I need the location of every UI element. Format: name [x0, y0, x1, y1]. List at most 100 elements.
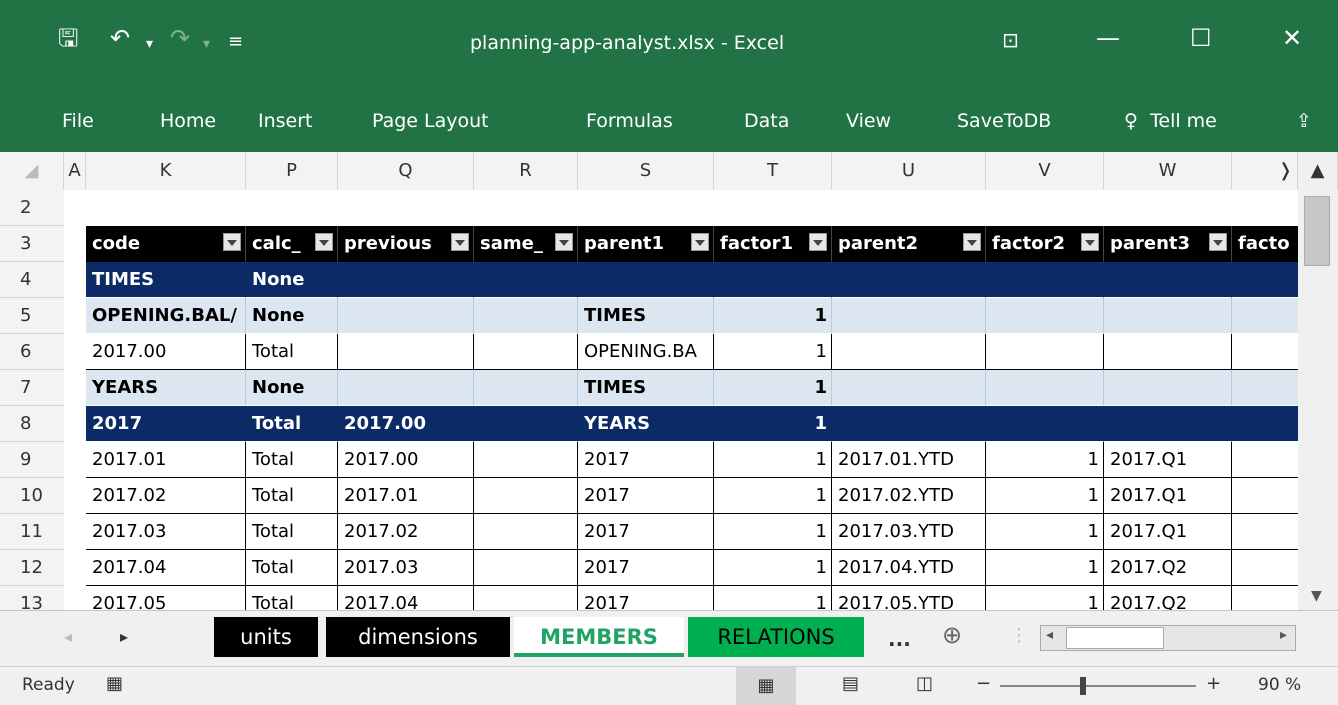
table-cell[interactable] [1232, 370, 1298, 406]
table-cell[interactable]: TIMES [578, 370, 714, 406]
table-cell[interactable]: YEARS [86, 370, 246, 406]
table-cell[interactable]: 2017.05.YTD [832, 586, 986, 610]
column-header[interactable]: Q [338, 152, 474, 190]
customize-qat-icon[interactable]: ≡ [228, 30, 243, 54]
table-cell[interactable]: Total [246, 334, 338, 370]
minimize-icon[interactable]: — [1096, 24, 1120, 52]
table-cell[interactable]: Total [246, 478, 338, 514]
table-cell[interactable]: 1 [714, 478, 832, 514]
column-header[interactable]: V [986, 152, 1104, 190]
filter-dropdown-icon[interactable] [1209, 233, 1227, 251]
table-cell[interactable] [832, 370, 986, 406]
filter-dropdown-icon[interactable] [809, 233, 827, 251]
column-header-partial[interactable]: ❭ [1232, 152, 1298, 190]
sheet-tab-units[interactable]: units [214, 617, 318, 657]
table-cell[interactable]: YEARS [578, 406, 714, 442]
table-cell[interactable]: 1 [986, 550, 1104, 586]
table-cell[interactable]: Total [246, 586, 338, 610]
table-cell[interactable]: 1 [714, 586, 832, 610]
zoom-slider-thumb[interactable] [1080, 677, 1086, 695]
redo-icon[interactable]: ↷ [170, 26, 190, 50]
table-cell[interactable]: TIMES [86, 262, 246, 298]
table-cell[interactable] [1104, 406, 1232, 442]
tab-savetodb[interactable]: SaveToDB [957, 110, 1051, 132]
horizontal-scroll-thumb[interactable] [1066, 627, 1164, 649]
table-cell[interactable]: 1 [714, 442, 832, 478]
row-number[interactable]: 9 [0, 442, 64, 478]
table-cell[interactable] [474, 586, 578, 610]
row-number[interactable]: 6 [0, 334, 64, 370]
table-cell[interactable]: 2017.01.YTD [832, 442, 986, 478]
table-cell[interactable]: 2017.01 [86, 442, 246, 478]
table-cell[interactable]: 1 [986, 586, 1104, 610]
filter-dropdown-icon[interactable] [451, 233, 469, 251]
table-header-cell[interactable]: factor2 [986, 226, 1104, 262]
table-cell[interactable] [474, 550, 578, 586]
ribbon-display-icon[interactable]: ⊡ [1002, 28, 1019, 52]
filter-dropdown-icon[interactable] [1081, 233, 1099, 251]
table-cell[interactable]: OPENING.BA [578, 334, 714, 370]
table-cell[interactable]: 1 [714, 370, 832, 406]
table-cell[interactable]: 1 [714, 334, 832, 370]
table-header-cell[interactable]: factor1 [714, 226, 832, 262]
table-cell[interactable] [578, 262, 714, 298]
table-cell[interactable]: Total [246, 550, 338, 586]
scroll-left-arrow[interactable]: ◂ [1046, 627, 1053, 643]
column-header[interactable]: P [246, 152, 338, 190]
column-header[interactable]: A [64, 152, 86, 190]
table-cell[interactable]: TIMES [578, 298, 714, 334]
table-cell[interactable] [1232, 586, 1298, 610]
undo-icon[interactable]: ↶ [110, 26, 130, 50]
column-header[interactable]: S [578, 152, 714, 190]
table-cell[interactable] [1232, 550, 1298, 586]
row-number[interactable]: 10 [0, 478, 64, 514]
macro-recording-icon[interactable]: ▦ [106, 673, 123, 694]
table-cell[interactable]: 2017 [578, 442, 714, 478]
table-cell[interactable] [1232, 334, 1298, 370]
table-cell[interactable] [474, 298, 578, 334]
column-header[interactable]: U [832, 152, 986, 190]
tab-formulas[interactable]: Formulas [586, 110, 673, 132]
add-sheet-icon[interactable]: ⊕ [942, 621, 962, 649]
table-cell[interactable]: 2017.00 [338, 442, 474, 478]
table-cell[interactable] [1104, 262, 1232, 298]
table-cell[interactable] [474, 442, 578, 478]
column-header[interactable]: K [86, 152, 246, 190]
table-header-cell[interactable]: previous [338, 226, 474, 262]
vertical-scroll-thumb[interactable] [1304, 196, 1330, 266]
table-cell[interactable]: 2017.04.YTD [832, 550, 986, 586]
table-cell[interactable] [338, 370, 474, 406]
filter-dropdown-icon[interactable] [223, 233, 241, 251]
table-cell[interactable] [986, 370, 1104, 406]
table-cell[interactable] [986, 262, 1104, 298]
table-cell[interactable]: 2017 [86, 406, 246, 442]
next-sheet-arrow[interactable]: ▸ [120, 627, 128, 646]
table-cell[interactable] [986, 334, 1104, 370]
sheet-tab-relations[interactable]: RELATIONS [688, 617, 864, 657]
share-icon[interactable]: ⇪ [1296, 110, 1312, 132]
tab-home[interactable]: Home [160, 110, 216, 132]
row-number[interactable]: 4 [0, 262, 64, 298]
close-icon[interactable]: ✕ [1282, 24, 1302, 52]
table-header-cell[interactable]: parent3 [1104, 226, 1232, 262]
table-cell[interactable]: 2017.00 [338, 406, 474, 442]
table-cell[interactable]: Total [246, 514, 338, 550]
table-cell[interactable] [986, 298, 1104, 334]
table-cell[interactable]: 2017.01 [338, 478, 474, 514]
tab-insert[interactable]: Insert [258, 110, 313, 132]
table-cell[interactable]: None [246, 298, 338, 334]
table-header-cell[interactable]: calc_ [246, 226, 338, 262]
table-cell[interactable]: 2017 [578, 478, 714, 514]
tab-data[interactable]: Data [744, 110, 789, 132]
table-cell[interactable]: None [246, 370, 338, 406]
table-cell[interactable] [1104, 298, 1232, 334]
table-cell[interactable]: 2017.Q2 [1104, 550, 1232, 586]
column-header[interactable]: R [474, 152, 578, 190]
sheet-tab-dimensions[interactable]: dimensions [326, 617, 510, 657]
table-cell[interactable] [474, 262, 578, 298]
tell-me-search[interactable]: Tell me [1150, 110, 1217, 132]
spreadsheet-grid[interactable]: code calc_ previous same_ parent1 factor1 pare… [64, 190, 1298, 610]
table-cell[interactable]: 2017 [578, 586, 714, 610]
table-cell[interactable]: 2017.03 [86, 514, 246, 550]
sheet-tab-members[interactable]: MEMBERS [514, 617, 684, 657]
